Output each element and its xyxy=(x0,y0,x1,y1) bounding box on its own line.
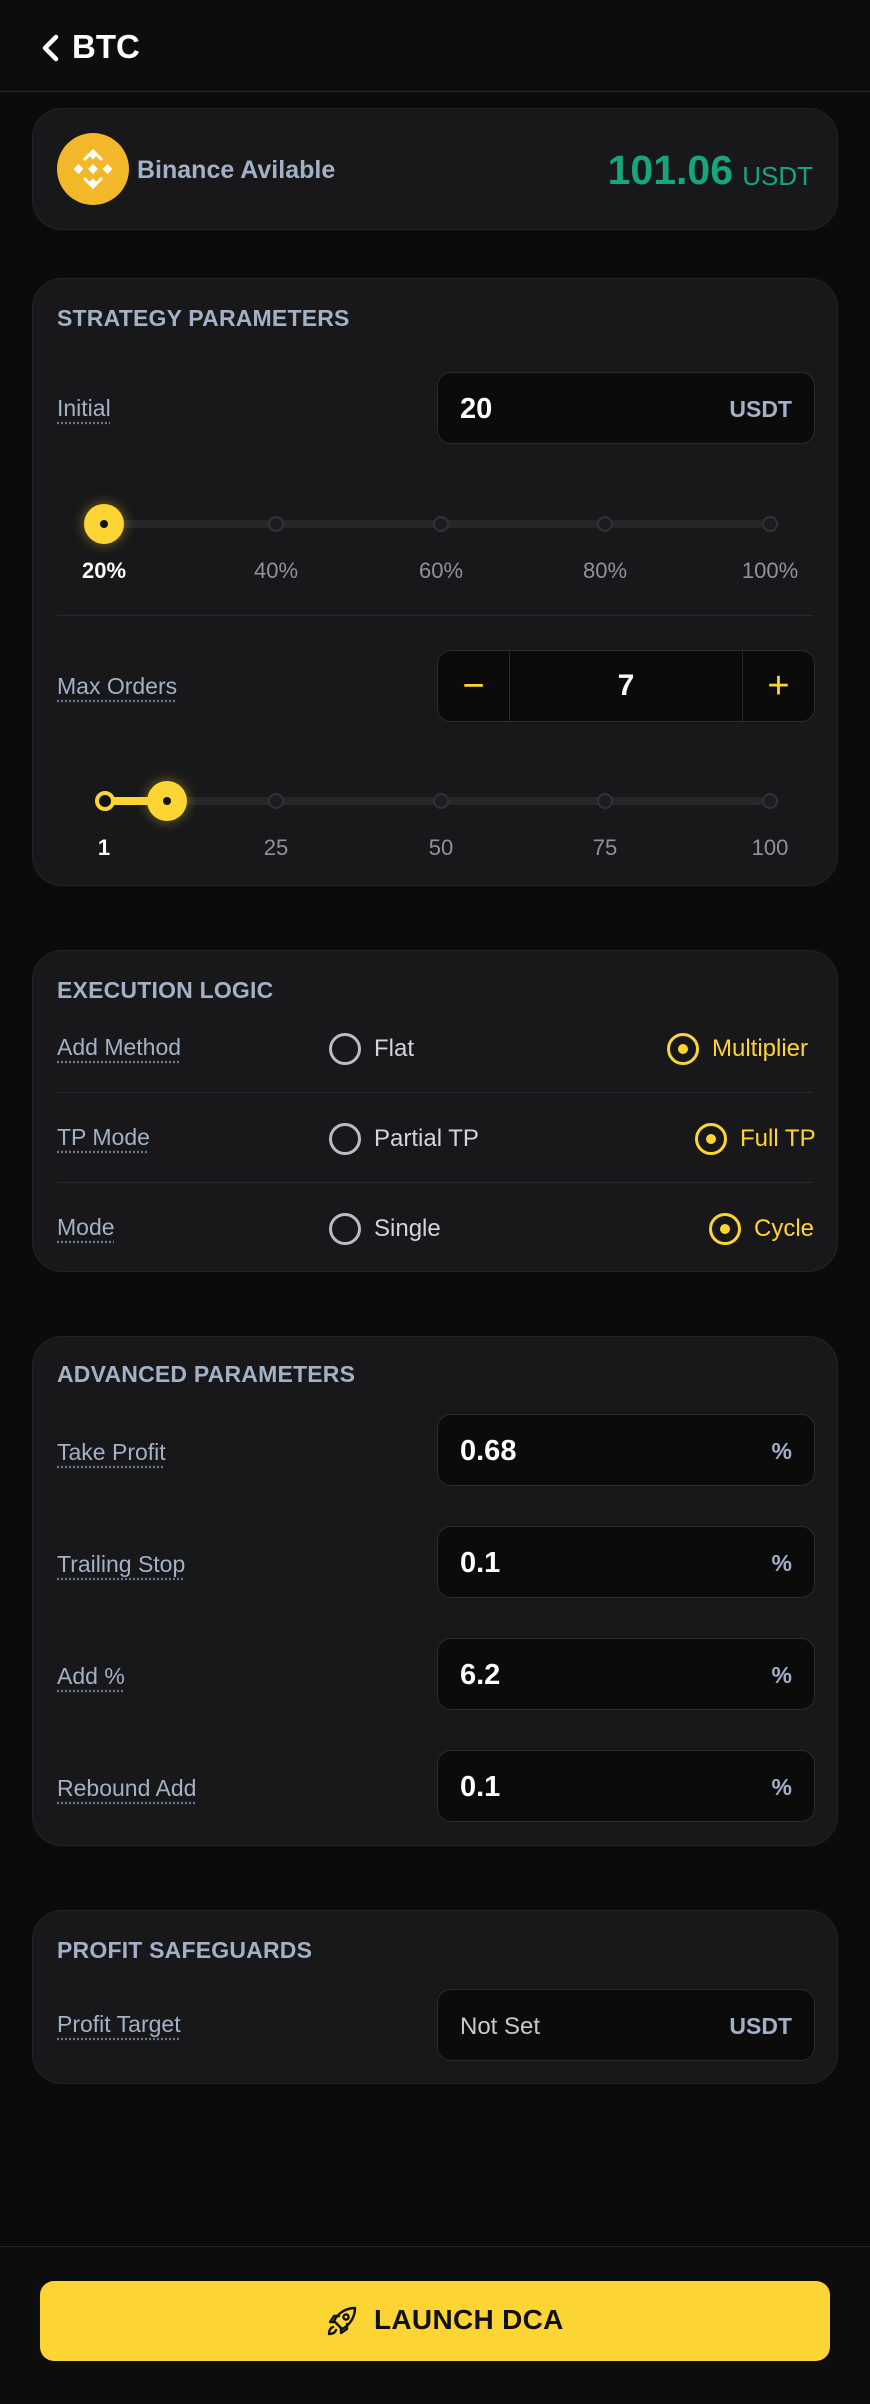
profit-target-label: Profit Target xyxy=(57,2011,181,2037)
radio-label: Cycle xyxy=(754,1215,815,1242)
radio-label: Single xyxy=(374,1215,441,1242)
slider-label[interactable]: 100 xyxy=(730,835,810,861)
launch-dca-button[interactable]: LAUNCH DCA xyxy=(40,2281,830,2361)
slider-tick[interactable] xyxy=(433,793,449,809)
percent-unit: % xyxy=(771,1662,792,1688)
radio-circle xyxy=(329,1213,361,1245)
rebound-add-label: Rebound Add xyxy=(57,1775,197,1801)
initial-unit: USDT xyxy=(729,396,792,422)
section-title: STRATEGY PARAMETERS xyxy=(57,305,350,331)
percent-unit: % xyxy=(771,1550,792,1576)
slider-tick[interactable] xyxy=(762,516,778,532)
strategy-parameters-card: STRATEGY PARAMETERS Initial 20 USDT 20% … xyxy=(32,278,838,886)
slider-label[interactable]: 25 xyxy=(236,835,316,861)
max-orders-value[interactable]: 7 xyxy=(510,651,742,721)
trailing-stop-label: Trailing Stop xyxy=(57,1551,186,1577)
radio-circle xyxy=(329,1123,361,1155)
take-profit-label: Take Profit xyxy=(57,1439,166,1465)
bottom-action-bar: LAUNCH DCA xyxy=(0,2246,870,2404)
take-profit-input[interactable]: 0.68 % xyxy=(437,1414,815,1486)
radio-circle xyxy=(667,1033,699,1065)
rebound-add-value: 0.1 xyxy=(460,1771,501,1803)
profit-safeguards-card: PROFIT SAFEGUARDS Profit Target Not Set … xyxy=(32,1910,838,2084)
slider-tick[interactable] xyxy=(433,516,449,532)
rebound-add-input[interactable]: 0.1 % xyxy=(437,1750,815,1822)
slider-handle[interactable] xyxy=(84,504,124,544)
increment-button[interactable]: + xyxy=(742,651,814,721)
section-title: PROFIT SAFEGUARDS xyxy=(57,1937,313,1963)
slider-tick[interactable] xyxy=(762,793,778,809)
slider-label[interactable]: 80% xyxy=(565,558,645,584)
percent-unit: % xyxy=(771,1774,792,1800)
max-orders-stepper[interactable]: − 7 + xyxy=(437,650,815,722)
trailing-stop-value: 0.1 xyxy=(460,1547,501,1579)
add-percent-input[interactable]: 6.2 % xyxy=(437,1638,815,1710)
binance-logo-icon xyxy=(57,133,129,205)
add-percent-value: 6.2 xyxy=(460,1659,501,1691)
radio-circle xyxy=(329,1033,361,1065)
profit-target-placeholder: Not Set xyxy=(460,2013,541,2040)
rocket-icon xyxy=(327,2306,357,2336)
add-percent-label: Add % xyxy=(57,1663,125,1689)
balance-unit: USDT xyxy=(742,161,813,191)
profit-target-unit: USDT xyxy=(729,2013,792,2039)
chevron-left-icon xyxy=(42,34,59,62)
balance-amount: 101.06 xyxy=(607,147,733,193)
slider-tick[interactable] xyxy=(597,793,613,809)
radio-label: Partial TP xyxy=(374,1125,479,1152)
mode-label: Mode xyxy=(57,1214,115,1240)
slider-tick[interactable] xyxy=(268,516,284,532)
take-profit-value: 0.68 xyxy=(460,1435,517,1467)
launch-dca-label: LAUNCH DCA xyxy=(374,2304,564,2335)
execution-logic-card: EXECUTION LOGIC Add Method Flat Multipli… xyxy=(32,950,838,1272)
slider-label[interactable]: 100% xyxy=(730,558,810,584)
balance-card: Binance Avilable 101.06 USDT xyxy=(32,108,838,230)
radio-label: Flat xyxy=(374,1035,415,1062)
section-title: EXECUTION LOGIC xyxy=(57,977,274,1003)
page-title: BTC xyxy=(72,28,140,65)
radio-label: Full TP xyxy=(740,1125,816,1152)
add-method-label: Add Method xyxy=(57,1034,182,1060)
radio-circle xyxy=(709,1213,741,1245)
tp-mode-label: TP Mode xyxy=(57,1124,150,1150)
slider-label[interactable]: 20% xyxy=(64,558,144,584)
slider-start-dot xyxy=(95,791,115,811)
decrement-button[interactable]: − xyxy=(438,651,510,721)
radio-full-tp[interactable]: Full TP xyxy=(695,1121,825,1157)
slider-label[interactable]: 1 xyxy=(64,835,144,861)
profit-target-input[interactable]: Not Set USDT xyxy=(437,1989,815,2061)
radio-label: Multiplier xyxy=(712,1035,809,1062)
advanced-parameters-card: ADVANCED PARAMETERS Take Profit 0.68 % T… xyxy=(32,1336,838,1846)
back-button[interactable] xyxy=(34,30,70,66)
radio-multiplier[interactable]: Multiplier xyxy=(667,1031,827,1067)
percent-unit: % xyxy=(771,1438,792,1464)
slider-handle[interactable] xyxy=(147,781,188,821)
divider xyxy=(57,1092,813,1093)
initial-input[interactable]: 20 USDT xyxy=(437,372,815,444)
radio-partial-tp[interactable]: Partial TP xyxy=(329,1121,499,1157)
top-bar: BTC xyxy=(0,0,870,92)
slider-label[interactable]: 60% xyxy=(401,558,481,584)
radio-cycle[interactable]: Cycle xyxy=(709,1211,829,1247)
radio-flat[interactable]: Flat xyxy=(329,1031,449,1067)
slider-tick[interactable] xyxy=(268,793,284,809)
slider-label[interactable]: 40% xyxy=(236,558,316,584)
divider xyxy=(57,1182,813,1183)
radio-single[interactable]: Single xyxy=(329,1211,459,1247)
initial-label: Initial xyxy=(57,395,111,421)
exchange-balance-label: Binance Avilable xyxy=(137,156,336,184)
slider-label[interactable]: 75 xyxy=(565,835,645,861)
slider-label[interactable]: 50 xyxy=(401,835,481,861)
slider-tick[interactable] xyxy=(597,516,613,532)
initial-value: 20 xyxy=(460,393,493,425)
trailing-stop-input[interactable]: 0.1 % xyxy=(437,1526,815,1598)
radio-circle xyxy=(695,1123,727,1155)
max-orders-label: Max Orders xyxy=(57,673,178,699)
divider xyxy=(57,615,813,616)
section-title: ADVANCED PARAMETERS xyxy=(57,1361,356,1387)
